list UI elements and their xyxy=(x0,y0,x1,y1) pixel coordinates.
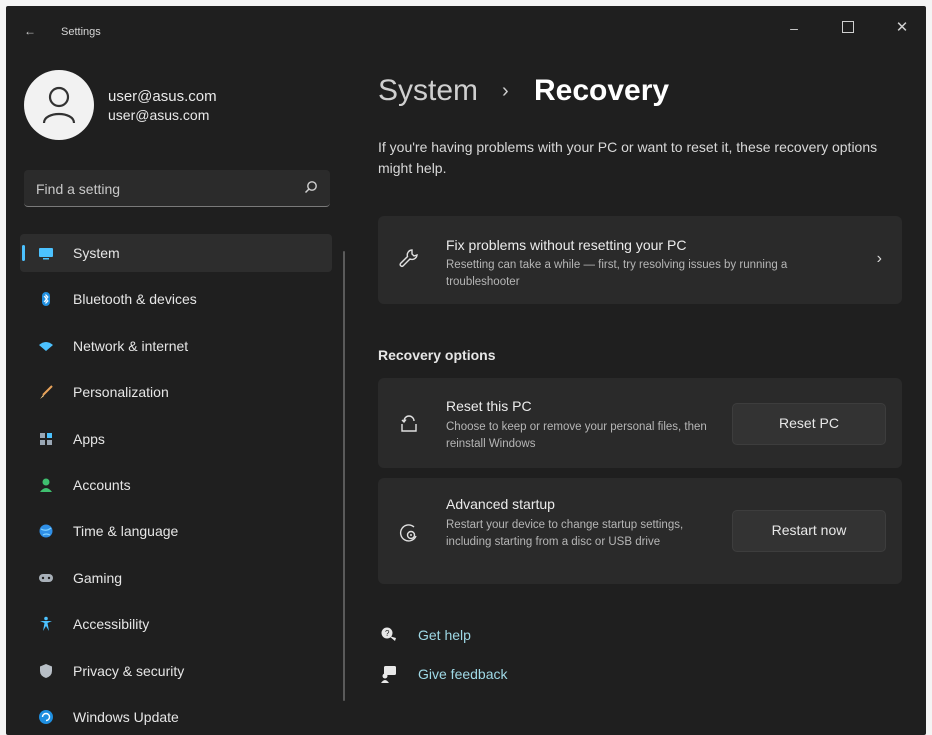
sidebar-scrollbar[interactable] xyxy=(343,251,345,701)
breadcrumb-parent[interactable]: System xyxy=(378,74,478,108)
sidebar-item-label: Bluetooth & devices xyxy=(73,291,197,308)
sidebar-nav: System Bluetooth & devices Network & int… xyxy=(20,234,332,735)
search-box[interactable] xyxy=(24,170,330,207)
settings-window: ← Settings – ✕ user@asus.com user@asus.c… xyxy=(6,6,926,735)
sidebar-item-windows-update[interactable]: Windows Update xyxy=(20,698,332,735)
card-subtitle: Resetting can take a while — first, try … xyxy=(446,259,788,288)
brush-icon xyxy=(40,385,53,400)
sidebar-item-label: Accounts xyxy=(73,476,131,493)
globe-icon xyxy=(39,524,53,538)
shield-icon xyxy=(40,663,52,678)
link-text: Get help xyxy=(418,627,471,643)
sidebar-item-apps[interactable]: Apps xyxy=(20,420,332,458)
link-text: Give feedback xyxy=(418,666,508,682)
sidebar-item-label: Windows Update xyxy=(73,708,179,725)
reset-pc-icon xyxy=(401,415,417,432)
sidebar-item-label: Apps xyxy=(73,430,105,447)
avatar[interactable] xyxy=(24,70,94,140)
search-input[interactable] xyxy=(34,178,288,200)
sidebar-item-label: Network & internet xyxy=(73,337,189,354)
page-description: If you're having problems with your PC o… xyxy=(378,139,878,176)
advanced-startup-card: Advanced startup Restart your device to … xyxy=(378,478,902,584)
maximize-icon xyxy=(842,21,854,33)
svg-text:?: ? xyxy=(385,629,390,638)
bluetooth-icon xyxy=(42,292,50,307)
help-icon: ? xyxy=(381,627,396,641)
feedback-icon xyxy=(381,666,396,683)
sidebar-item-bluetooth[interactable]: Bluetooth & devices xyxy=(20,280,332,318)
maximize-button[interactable] xyxy=(832,14,864,42)
controller-icon xyxy=(39,573,53,582)
sidebar-item-time-language[interactable]: Time & language xyxy=(20,512,332,550)
card-subtitle: Choose to keep or remove your personal f… xyxy=(446,421,707,450)
sidebar-item-label: Accessibility xyxy=(73,616,150,633)
apps-icon xyxy=(40,432,52,445)
profile-email: user@asus.com xyxy=(108,107,210,123)
sidebar-item-personalization[interactable]: Personalization xyxy=(20,373,332,411)
sidebar-item-gaming[interactable]: Gaming xyxy=(20,559,332,597)
selection-indicator xyxy=(22,245,25,261)
page-title: Recovery xyxy=(534,74,670,107)
network-icon xyxy=(39,341,53,351)
reset-pc-button[interactable]: Reset PC xyxy=(732,403,886,445)
sidebar-item-label: Privacy & security xyxy=(73,662,185,679)
sidebar-item-accessibility[interactable]: Accessibility xyxy=(20,605,332,643)
sidebar-item-label: Time & language xyxy=(73,523,179,540)
profile-name: user@asus.com xyxy=(108,88,217,105)
person-icon xyxy=(42,86,76,124)
sidebar-item-label: Gaming xyxy=(73,569,123,586)
card-title: Advanced startup xyxy=(446,496,555,512)
card-subtitle: Restart your device to change startup se… xyxy=(446,519,684,548)
back-arrow-icon[interactable]: ← xyxy=(24,24,36,38)
app-title: Settings xyxy=(61,26,101,38)
sidebar-item-system[interactable]: System xyxy=(20,234,332,272)
accessibility-icon xyxy=(40,616,52,632)
close-button[interactable]: ✕ xyxy=(886,14,918,42)
accounts-icon xyxy=(40,478,52,492)
restart-now-button[interactable]: Restart now xyxy=(732,510,886,552)
reset-pc-card: Reset this PC Choose to keep or remove y… xyxy=(378,378,902,468)
section-heading: Recovery options xyxy=(378,347,496,363)
search-icon[interactable] xyxy=(304,180,318,194)
fix-problems-card[interactable]: Fix problems without resetting your PC R… xyxy=(378,216,902,304)
advanced-startup-icon xyxy=(399,524,417,542)
title-bar: ← Settings – ✕ xyxy=(6,6,926,50)
sidebar-item-privacy[interactable]: Privacy & security xyxy=(20,652,332,690)
sidebar-item-network[interactable]: Network & internet xyxy=(20,327,332,365)
minimize-button[interactable]: – xyxy=(778,14,810,42)
card-title: Reset this PC xyxy=(446,398,532,414)
sidebar-item-label: System xyxy=(73,245,120,261)
chevron-right-icon: › xyxy=(876,250,882,267)
sidebar-item-label: Personalization xyxy=(73,384,169,401)
system-icon xyxy=(39,248,53,260)
sidebar-item-accounts[interactable]: Accounts xyxy=(20,466,332,504)
breadcrumb-separator: › xyxy=(502,80,509,102)
wrench-icon xyxy=(399,249,418,267)
card-title: Fix problems without resetting your PC xyxy=(446,237,687,253)
update-icon xyxy=(39,709,53,724)
